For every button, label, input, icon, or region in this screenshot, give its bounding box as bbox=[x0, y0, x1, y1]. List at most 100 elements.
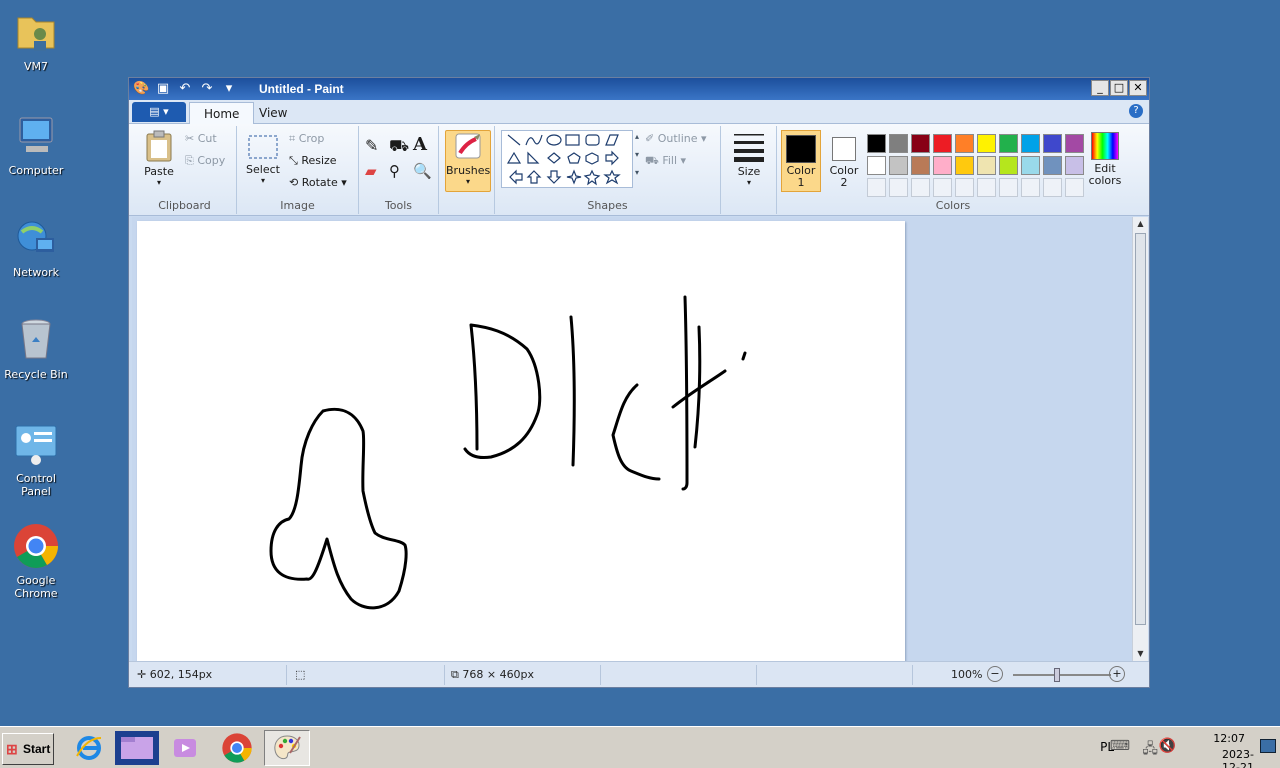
palette-swatch[interactable] bbox=[911, 134, 930, 153]
title-bar[interactable]: 🎨 ▣ ↶ ↷ ▾ Untitled - Paint _ □ ✕ bbox=[129, 78, 1149, 100]
paint-menu-button[interactable]: ▤ ▾ bbox=[132, 102, 186, 122]
palette-swatch[interactable] bbox=[933, 134, 952, 153]
palette-swatch-empty[interactable] bbox=[889, 178, 908, 197]
cut-button[interactable]: ✂ Cut bbox=[185, 132, 217, 145]
palette-swatch[interactable] bbox=[1043, 156, 1062, 175]
taskbar-app-media[interactable] bbox=[162, 730, 208, 766]
start-button[interactable]: ⊞ Start bbox=[2, 733, 54, 765]
help-icon[interactable]: ? bbox=[1129, 104, 1143, 118]
palette-swatch[interactable] bbox=[999, 156, 1018, 175]
palette-swatch-empty[interactable] bbox=[999, 178, 1018, 197]
vertical-scrollbar[interactable]: ▲ ▼ bbox=[1132, 217, 1148, 661]
line-size-icon bbox=[734, 134, 764, 162]
size-button[interactable]: Size ▾ bbox=[727, 130, 771, 187]
palette-swatch[interactable] bbox=[999, 134, 1018, 153]
palette-swatch[interactable] bbox=[867, 156, 886, 175]
palette-swatch-empty[interactable] bbox=[977, 178, 996, 197]
rotate-button[interactable]: ⟲ Rotate ▾ bbox=[289, 176, 347, 189]
palette-swatch[interactable] bbox=[955, 134, 974, 153]
resize-button[interactable]: ⤡ Resize bbox=[289, 154, 337, 168]
zoom-out-button[interactable]: − bbox=[987, 666, 1003, 682]
eraser-icon[interactable]: ▰ bbox=[365, 162, 377, 180]
status-empty-2 bbox=[757, 665, 913, 685]
palette-swatch[interactable] bbox=[889, 134, 908, 153]
palette-swatch-empty[interactable] bbox=[955, 178, 974, 197]
chrome-icon bbox=[222, 733, 252, 763]
palette-swatch-empty[interactable] bbox=[933, 178, 952, 197]
media-player-icon bbox=[174, 739, 196, 757]
volume-muted-icon[interactable]: 🔇 bbox=[1159, 738, 1176, 754]
clock-time[interactable]: 12:07 bbox=[1213, 732, 1245, 745]
desktop-icon-vm7[interactable]: VM7 bbox=[0, 8, 72, 73]
outline-icon: ✐ bbox=[645, 132, 655, 145]
network-tray-icon[interactable]: 🖧 bbox=[1142, 738, 1158, 762]
outline-button[interactable]: ✐ Outline ▾ bbox=[645, 132, 707, 145]
paint-app-icon[interactable]: 🎨 bbox=[133, 81, 149, 97]
palette-swatch[interactable] bbox=[977, 156, 996, 175]
palette-swatch[interactable] bbox=[933, 156, 952, 175]
drawing-canvas[interactable] bbox=[137, 221, 905, 661]
color2-button[interactable]: Color 2 bbox=[825, 130, 863, 192]
save-icon[interactable]: ▣ bbox=[155, 81, 171, 97]
clock-date[interactable]: 2023-12-21 bbox=[1222, 748, 1254, 768]
shapes-gallery[interactable] bbox=[501, 130, 633, 188]
desktop-icon-recycle-bin[interactable]: Recycle Bin bbox=[0, 316, 72, 381]
palette-swatch[interactable] bbox=[955, 156, 974, 175]
desktop-icon-google-chrome[interactable]: Google Chrome bbox=[0, 522, 72, 600]
palette-swatch[interactable] bbox=[1021, 156, 1040, 175]
selection-icon: ⬚ bbox=[295, 668, 306, 681]
canvas-area bbox=[132, 217, 1134, 661]
palette-swatch[interactable] bbox=[1021, 134, 1040, 153]
select-button[interactable]: Select ▾ bbox=[243, 134, 283, 185]
desktop-icon-computer[interactable]: Computer bbox=[0, 112, 72, 177]
desktop-icon-network[interactable]: Network bbox=[0, 214, 72, 279]
palette-swatch-empty[interactable] bbox=[1065, 178, 1084, 197]
fill-bucket-icon[interactable]: ⛟ bbox=[389, 136, 409, 157]
color1-button[interactable]: Color 1 bbox=[781, 130, 821, 192]
customize-qat-icon[interactable]: ▾ bbox=[221, 81, 237, 97]
palette-swatch[interactable] bbox=[1043, 134, 1062, 153]
maximize-button[interactable]: □ bbox=[1110, 80, 1128, 96]
palette-swatch-empty[interactable] bbox=[911, 178, 930, 197]
edit-colors-button[interactable]: Edit colors bbox=[1085, 132, 1125, 187]
text-tool-icon[interactable]: A bbox=[413, 134, 427, 155]
palette-swatch[interactable] bbox=[867, 134, 886, 153]
scroll-up-icon[interactable]: ▲ bbox=[1133, 217, 1148, 231]
tab-view[interactable]: View bbox=[245, 102, 301, 124]
redo-icon[interactable]: ↷ bbox=[199, 81, 215, 97]
palette-swatch-empty[interactable] bbox=[1043, 178, 1062, 197]
palette-swatch-empty[interactable] bbox=[867, 178, 886, 197]
palette-swatch[interactable] bbox=[1065, 134, 1084, 153]
close-button[interactable]: ✕ bbox=[1129, 80, 1147, 96]
color-picker-icon[interactable]: ⚲ bbox=[389, 162, 400, 180]
scroll-down-icon[interactable]: ▼ bbox=[1133, 647, 1148, 661]
magnifier-icon[interactable]: 🔍 bbox=[413, 162, 432, 180]
taskbar-app-chrome[interactable] bbox=[214, 730, 260, 766]
crop-button[interactable]: ⌗ Crop bbox=[289, 132, 324, 146]
zoom-slider[interactable] bbox=[1013, 674, 1111, 676]
selection-size: ⬚ bbox=[289, 665, 445, 685]
fill-button[interactable]: ⛟ Fill ▾ bbox=[645, 154, 686, 169]
palette-swatch[interactable] bbox=[911, 156, 930, 175]
scrollbar-thumb[interactable] bbox=[1135, 233, 1146, 625]
keyboard-icon[interactable]: ⌨ bbox=[1110, 738, 1130, 754]
copy-button[interactable]: ⎘ Copy bbox=[185, 154, 225, 168]
palette-swatch[interactable] bbox=[1065, 156, 1084, 175]
shapes-gallery-scroll[interactable]: ▴ ▾ ▾ bbox=[635, 132, 639, 177]
taskbar-app-explorer[interactable] bbox=[114, 730, 160, 766]
zoom-slider-thumb[interactable] bbox=[1054, 668, 1060, 682]
zoom-in-button[interactable]: + bbox=[1109, 666, 1125, 682]
palette-swatch-empty[interactable] bbox=[1021, 178, 1040, 197]
minimize-button[interactable]: _ bbox=[1091, 80, 1109, 96]
taskbar-app-ie[interactable] bbox=[66, 730, 112, 766]
desktop-icon-control-panel[interactable]: Control Panel bbox=[0, 420, 72, 498]
paste-button[interactable]: Paste ▾ bbox=[139, 130, 179, 187]
pencil-icon[interactable]: ✎ bbox=[365, 136, 378, 155]
palette-swatch[interactable] bbox=[889, 156, 908, 175]
status-empty-1 bbox=[601, 665, 757, 685]
brushes-button[interactable]: Brushes ▾ bbox=[445, 130, 491, 192]
taskbar-app-paint[interactable] bbox=[264, 730, 310, 766]
show-desktop-icon[interactable] bbox=[1260, 739, 1276, 753]
undo-icon[interactable]: ↶ bbox=[177, 81, 193, 97]
palette-swatch[interactable] bbox=[977, 134, 996, 153]
